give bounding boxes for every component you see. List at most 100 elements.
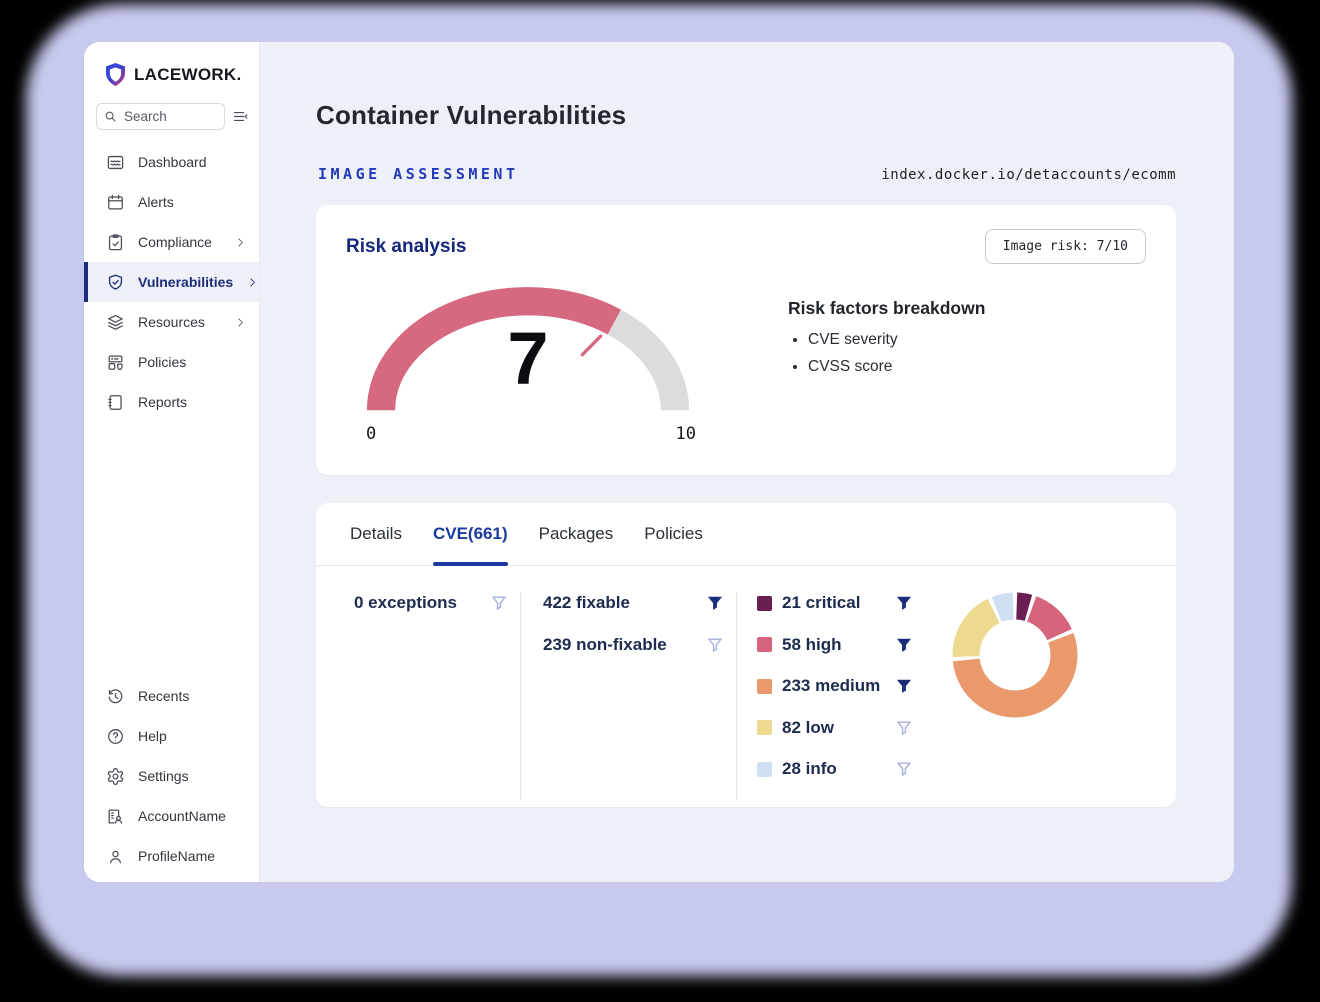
chevron-right-icon bbox=[234, 236, 247, 249]
filter-icon[interactable] bbox=[492, 596, 506, 610]
sidebar-nav: Dashboard Alerts Compliance bbox=[84, 142, 259, 422]
history-icon bbox=[106, 687, 125, 706]
high-label: 58 high bbox=[782, 635, 842, 655]
gauge-min-label: 0 bbox=[366, 424, 376, 444]
section-label: IMAGE ASSESSMENT bbox=[318, 165, 519, 183]
sidebar-footer: Recents Help Settings bbox=[84, 676, 259, 882]
compliance-icon bbox=[106, 233, 125, 252]
risk-factors-breakdown: Risk factors breakdown CVE severity CVSS… bbox=[788, 298, 985, 444]
risk-factor-item: CVE severity bbox=[808, 331, 985, 349]
image-risk-badge: Image risk: 7/10 bbox=[985, 229, 1146, 264]
filter-icon[interactable] bbox=[897, 762, 911, 776]
severity-row-info: 28 info bbox=[757, 758, 915, 780]
sidebar: LACEWORK. Dashboa bbox=[84, 42, 260, 882]
sidebar-item-dashboard[interactable]: Dashboard bbox=[84, 142, 259, 182]
image-path: index.docker.io/detaccounts/ecomm bbox=[881, 167, 1176, 183]
filter-icon[interactable] bbox=[897, 638, 911, 652]
sidebar-item-label: Dashboard bbox=[138, 154, 207, 170]
filter-icon[interactable] bbox=[897, 679, 911, 693]
non-fixable-stat: 239 non-fixable bbox=[543, 634, 736, 656]
risk-factor-item: CVSS score bbox=[808, 358, 985, 376]
main-content: Container Vulnerabilities IMAGE ASSESSME… bbox=[260, 42, 1234, 882]
dashboard-icon bbox=[106, 153, 125, 172]
account-building-icon bbox=[106, 807, 125, 826]
low-swatch bbox=[757, 720, 772, 735]
low-label: 82 low bbox=[782, 718, 834, 738]
filter-icon[interactable] bbox=[708, 638, 722, 652]
severity-row-high: 58 high bbox=[757, 634, 915, 656]
page-title: Container Vulnerabilities bbox=[316, 100, 1176, 131]
severity-row-critical: 21 critical bbox=[757, 592, 915, 614]
chevron-right-icon bbox=[234, 316, 247, 329]
sidebar-item-alerts[interactable]: Alerts bbox=[84, 182, 259, 222]
filter-icon[interactable] bbox=[897, 721, 911, 735]
brand-name: LACEWORK. bbox=[134, 65, 242, 85]
cve-details-card: Details CVE(661) Packages Policies 0 exc… bbox=[316, 503, 1176, 807]
sidebar-item-settings[interactable]: Settings bbox=[84, 756, 259, 796]
sidebar-item-policies[interactable]: Policies bbox=[84, 342, 259, 382]
help-icon bbox=[106, 727, 125, 746]
sidebar-item-label: ProfileName bbox=[138, 848, 215, 864]
tabs: Details CVE(661) Packages Policies bbox=[316, 503, 1176, 566]
policies-icon bbox=[106, 353, 125, 372]
risk-factors-title: Risk factors breakdown bbox=[788, 298, 985, 319]
lacework-shield-icon bbox=[104, 62, 127, 87]
search-row bbox=[96, 103, 249, 130]
sidebar-item-label: Reports bbox=[138, 394, 187, 410]
filter-icon[interactable] bbox=[708, 596, 722, 610]
layers-icon bbox=[106, 313, 125, 332]
alerts-icon bbox=[106, 193, 125, 212]
person-icon bbox=[106, 847, 125, 866]
tab-policies[interactable]: Policies bbox=[644, 503, 703, 565]
gear-icon bbox=[106, 767, 125, 786]
exceptions-stat: 0 exceptions bbox=[354, 592, 520, 614]
severity-donut bbox=[952, 592, 1078, 718]
lacework-logo: LACEWORK. bbox=[84, 42, 259, 99]
risk-score-value: 7 bbox=[507, 322, 548, 396]
fixable-label: 422 fixable bbox=[543, 593, 630, 613]
critical-label: 21 critical bbox=[782, 593, 860, 613]
sidebar-item-label: Help bbox=[138, 728, 167, 744]
info-swatch bbox=[757, 762, 772, 777]
sidebar-collapse-button[interactable] bbox=[232, 108, 249, 125]
shield-check-icon bbox=[106, 273, 125, 292]
risk-analysis-card: Risk analysis Image risk: 7/10 7 0 10 Ri… bbox=[316, 205, 1176, 475]
severity-row-medium: 233 medium bbox=[757, 675, 915, 697]
medium-swatch bbox=[757, 679, 772, 694]
sidebar-item-label: AccountName bbox=[138, 808, 226, 824]
sidebar-item-profile[interactable]: ProfileName bbox=[84, 836, 259, 876]
sidebar-item-help[interactable]: Help bbox=[84, 716, 259, 756]
gauge-max-label: 10 bbox=[676, 424, 696, 444]
fixable-stat: 422 fixable bbox=[543, 592, 736, 614]
severity-donut-chart bbox=[952, 592, 1078, 718]
risk-gauge-chart: 7 0 10 bbox=[358, 274, 698, 444]
info-label: 28 info bbox=[782, 759, 837, 779]
sidebar-item-label: Resources bbox=[138, 314, 205, 330]
sidebar-item-vulnerabilities[interactable]: Vulnerabilities bbox=[84, 262, 259, 302]
sidebar-item-reports[interactable]: Reports bbox=[84, 382, 259, 422]
tab-packages[interactable]: Packages bbox=[539, 503, 614, 565]
app-window: LACEWORK. Dashboa bbox=[84, 42, 1234, 882]
sidebar-item-label: Compliance bbox=[138, 234, 212, 250]
sidebar-item-label: Policies bbox=[138, 354, 186, 370]
cve-stats: 0 exceptions 422 fixable 239 non-fixable bbox=[316, 566, 1176, 824]
sidebar-item-recents[interactable]: Recents bbox=[84, 676, 259, 716]
filter-icon[interactable] bbox=[897, 596, 911, 610]
non-fixable-label: 239 non-fixable bbox=[543, 635, 667, 655]
high-swatch bbox=[757, 637, 772, 652]
sidebar-item-resources[interactable]: Resources bbox=[84, 302, 259, 342]
tab-cve[interactable]: CVE(661) bbox=[433, 503, 508, 565]
exceptions-label: 0 exceptions bbox=[354, 593, 457, 613]
chevron-right-icon bbox=[246, 276, 259, 289]
risk-card-title: Risk analysis bbox=[346, 236, 466, 258]
medium-label: 233 medium bbox=[782, 676, 880, 696]
tab-details[interactable]: Details bbox=[350, 503, 402, 565]
sidebar-item-account[interactable]: AccountName bbox=[84, 796, 259, 836]
sidebar-item-compliance[interactable]: Compliance bbox=[84, 222, 259, 262]
severity-row-low: 82 low bbox=[757, 717, 915, 739]
critical-swatch bbox=[757, 596, 772, 611]
search-icon bbox=[103, 109, 118, 124]
sidebar-item-label: Recents bbox=[138, 688, 189, 704]
sidebar-item-label: Alerts bbox=[138, 194, 174, 210]
collapse-sidebar-icon bbox=[232, 108, 249, 125]
